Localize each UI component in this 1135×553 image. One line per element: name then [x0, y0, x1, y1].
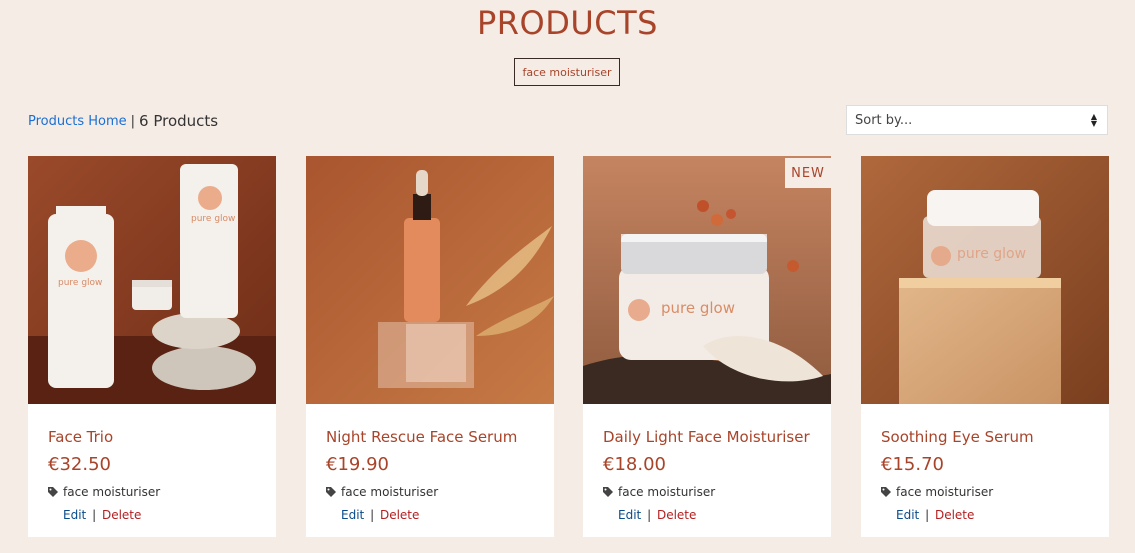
product-price: €32.50 [48, 454, 111, 475]
product-name[interactable]: Daily Light Face Moisturiser [603, 428, 810, 446]
action-separator: | [92, 508, 97, 522]
sort-arrows-icon: ▲ ▼ [1090, 112, 1097, 128]
product-image[interactable]: pure glow pure glow [28, 156, 276, 404]
delete-link[interactable]: Delete [935, 508, 974, 522]
product-price: €19.90 [326, 454, 389, 475]
product-card: pure glow NEW Daily Light Face Moisturis… [583, 156, 831, 537]
product-image[interactable] [306, 156, 554, 404]
product-image-brand: pure glow [661, 299, 735, 317]
new-badge: NEW [785, 158, 831, 188]
products-home-link[interactable]: Products Home [28, 114, 127, 129]
product-category-label: face moisturiser [63, 485, 161, 499]
product-card: pure glow Soothing Eye Serum €15.70 face… [861, 156, 1109, 537]
breadcrumb: Products Home | 6 Products [28, 112, 218, 130]
product-name[interactable]: Night Rescue Face Serum [326, 428, 517, 446]
delete-link[interactable]: Delete [102, 508, 141, 522]
product-category[interactable]: face moisturiser [48, 485, 160, 499]
category-filter-tag[interactable]: face moisturiser [514, 58, 620, 86]
edit-link[interactable]: Edit [618, 508, 641, 522]
product-category-label: face moisturiser [341, 485, 439, 499]
product-actions: Edit | Delete [896, 508, 974, 522]
sort-select-label: Sort by... [855, 112, 913, 128]
product-price: €18.00 [603, 454, 666, 475]
tag-icon [881, 487, 891, 497]
product-actions: Edit | Delete [63, 508, 141, 522]
product-image[interactable]: pure glow [861, 156, 1109, 404]
product-image-brand: pure glow [957, 246, 1027, 262]
product-actions: Edit | Delete [341, 508, 419, 522]
delete-link[interactable]: Delete [657, 508, 696, 522]
product-count: 6 Products [139, 112, 219, 130]
action-separator: | [925, 508, 930, 522]
product-image-brand: pure glow [58, 278, 103, 288]
product-actions: Edit | Delete [618, 508, 696, 522]
tag-icon [48, 487, 58, 497]
edit-link[interactable]: Edit [63, 508, 86, 522]
product-price: €15.70 [881, 454, 944, 475]
tag-icon [326, 487, 336, 497]
sort-select[interactable]: Sort by... ▲ ▼ [846, 105, 1108, 135]
page-title: PRODUCTS [477, 4, 658, 42]
product-image[interactable]: pure glow NEW [583, 156, 831, 404]
edit-link[interactable]: Edit [341, 508, 364, 522]
delete-link[interactable]: Delete [380, 508, 419, 522]
product-category-label: face moisturiser [896, 485, 994, 499]
tag-icon [603, 487, 613, 497]
product-card: Night Rescue Face Serum €19.90 face mois… [306, 156, 554, 537]
product-name[interactable]: Soothing Eye Serum [881, 428, 1034, 446]
product-name[interactable]: Face Trio [48, 428, 113, 446]
product-category[interactable]: face moisturiser [326, 485, 438, 499]
action-separator: | [647, 508, 652, 522]
action-separator: | [370, 508, 375, 522]
product-card: pure glow pure glow Face Trio €32.50 fac… [28, 156, 276, 537]
product-image-brand: pure glow [191, 214, 236, 224]
product-category[interactable]: face moisturiser [603, 485, 715, 499]
product-category[interactable]: face moisturiser [881, 485, 993, 499]
edit-link[interactable]: Edit [896, 508, 919, 522]
breadcrumb-separator: | [130, 113, 136, 129]
product-category-label: face moisturiser [618, 485, 716, 499]
